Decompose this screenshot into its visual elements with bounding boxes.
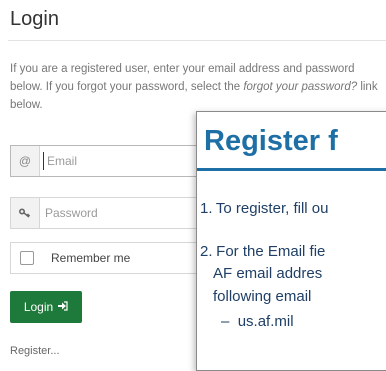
register-help-item-1: 1. To register, fill ou (200, 200, 329, 217)
register-help-divider (197, 168, 386, 171)
sub-item-dash: – (221, 313, 230, 330)
register-help-sub-item: – us.af.mil (221, 313, 294, 330)
item-2-number: 2. (200, 243, 213, 260)
password-field (10, 197, 210, 229)
item-2-text-line3: following email (213, 288, 312, 305)
item-2-text-line2: AF email addres (213, 265, 323, 282)
email-input[interactable] (43, 152, 197, 170)
title-divider (8, 40, 386, 41)
email-field: @ (10, 145, 210, 177)
register-help-title: Register f (204, 125, 338, 157)
sub-item-text: us.af.mil (237, 313, 294, 330)
forgot-password-link-text: forgot your password? (243, 81, 358, 93)
key-icon (11, 198, 40, 228)
register-link[interactable]: Register... (10, 345, 60, 357)
item-1-number: 1. (200, 200, 213, 217)
register-help-panel: Register f 1. To register, fill ou 2. Fo… (196, 111, 386, 371)
sign-in-icon (57, 300, 68, 314)
remember-me-checkbox[interactable] (20, 251, 34, 265)
remember-me-label: Remember me (51, 251, 131, 265)
password-input[interactable] (45, 204, 195, 222)
login-button-label: Login (23, 300, 54, 314)
at-sign-icon: @ (11, 146, 40, 176)
login-button[interactable]: Login (10, 291, 82, 323)
item-2-text-line1: For the Email fie (216, 243, 326, 260)
intro-text: If you are a registered user, enter your… (10, 60, 380, 114)
page-title: Login (10, 8, 59, 30)
remember-me-row: Remember me (10, 242, 210, 274)
item-1-text: To register, fill ou (215, 200, 329, 217)
register-help-item-2: 2. For the Email fie (200, 243, 326, 260)
